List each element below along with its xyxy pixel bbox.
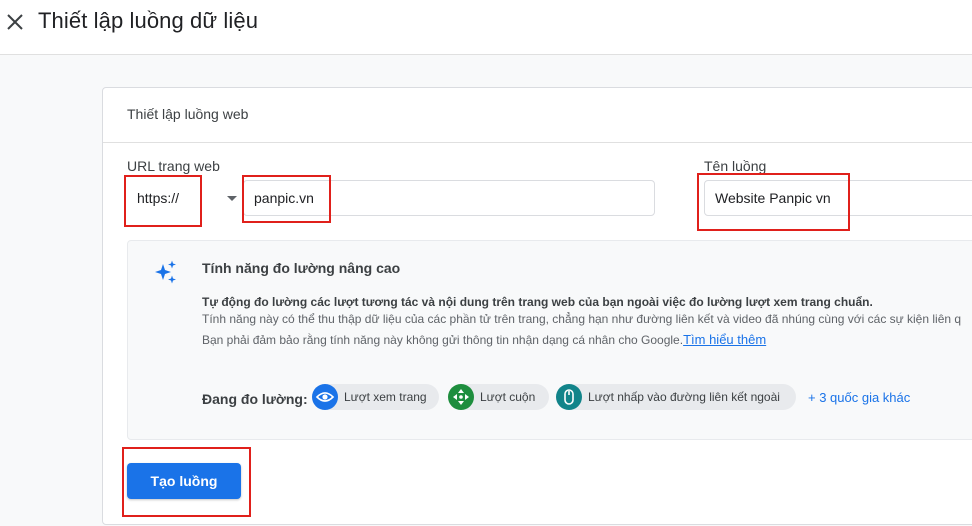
protocol-value: https:// (137, 190, 180, 206)
scroll-icon (448, 384, 474, 410)
web-stream-card: Thiết lập luồng web URL trang web https:… (102, 87, 972, 525)
stream-name-label: Tên luồng (704, 158, 767, 174)
top-bar: Thiết lập luồng dữ liệu (0, 0, 972, 55)
stream-name-input[interactable] (704, 180, 972, 216)
measuring-label: Đang đo lường: (202, 391, 308, 407)
protocol-select[interactable]: https:// (127, 180, 237, 216)
enhanced-measurement-panel: Tính năng đo lường nâng cao Tự động đo l… (127, 240, 972, 440)
enhanced-desc-line3: Bạn phải đảm bảo rằng tính năng này khôn… (202, 332, 766, 347)
enhanced-desc-main: Tự động đo lường các lượt tương tác và n… (202, 295, 873, 309)
create-stream-button[interactable]: Tạo luồng (127, 463, 241, 499)
chip-scrolls[interactable]: Lượt cuộn (448, 384, 549, 410)
more-events-link[interactable]: + 3 quốc gia khác (808, 390, 910, 405)
chip-outbound-clicks[interactable]: Lượt nhấp vào đường liên kết ngoài (556, 384, 796, 410)
eye-icon (312, 384, 338, 410)
enhanced-desc-line2: Tính năng này có thể thu thập dữ liệu củ… (202, 312, 962, 326)
chip-scrolls-label: Lượt cuộn (480, 390, 536, 404)
chip-outbound-clicks-label: Lượt nhấp vào đường liên kết ngoài (588, 390, 780, 404)
card-header: Thiết lập luồng web (103, 88, 972, 143)
page-title: Thiết lập luồng dữ liệu (38, 8, 259, 33)
chip-page-views-label: Lượt xem trang (344, 390, 427, 404)
mouse-icon (556, 384, 582, 410)
url-label: URL trang web (127, 158, 220, 174)
chevron-down-icon (227, 196, 237, 201)
card-title: Thiết lập luồng web (127, 106, 249, 122)
sparkle-icon (155, 260, 176, 284)
url-input[interactable] (243, 180, 655, 216)
enhanced-desc-privacy: Bạn phải đảm bảo rằng tính năng này khôn… (202, 333, 684, 347)
chip-page-views[interactable]: Lượt xem trang (312, 384, 439, 410)
enhanced-title: Tính năng đo lường nâng cao (202, 260, 401, 276)
learn-more-link[interactable]: Tìm hiểu thêm (683, 332, 766, 347)
close-icon[interactable] (5, 12, 25, 32)
